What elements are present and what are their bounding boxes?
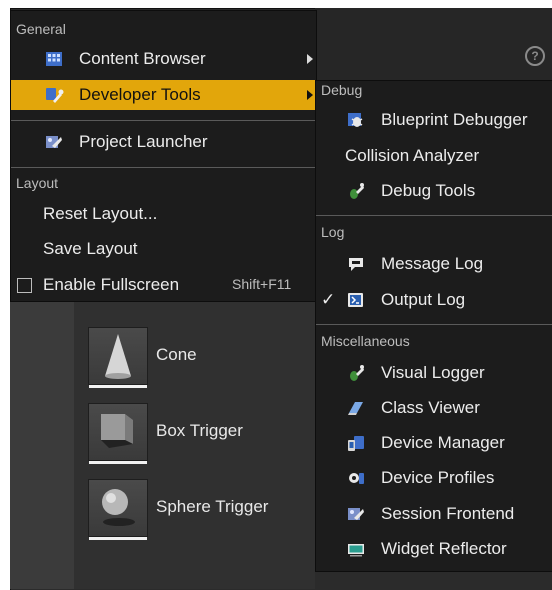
menu-item-class-viewer[interactable]: Class Viewer	[316, 393, 552, 423]
menu-item-device-profiles[interactable]: Device Profiles	[316, 463, 552, 493]
menu-item-label: Reset Layout...	[43, 204, 158, 223]
menu-divider	[11, 167, 315, 168]
menu-item-label: Visual Logger	[381, 363, 485, 382]
fullscreen-checkbox[interactable]	[17, 278, 32, 293]
menu-item-session-frontend[interactable]: Session Frontend	[316, 499, 552, 529]
menu-item-collision-analyzer[interactable]: Collision Analyzer	[316, 141, 552, 171]
menu-item-output-log[interactable]: ✓ Output Log	[316, 285, 552, 315]
menu-item-label: Save Layout	[43, 239, 138, 258]
help-icon[interactable]: ?	[525, 46, 545, 66]
menu-item-label: Widget Reflector	[381, 539, 507, 558]
bug-icon	[346, 110, 366, 130]
shortcut-label: Shift+F11	[232, 276, 292, 292]
gear-device-icon	[346, 468, 366, 488]
menu-item-label: Collision Analyzer	[345, 146, 480, 165]
section-header-miscellaneous: Miscellaneous	[321, 333, 410, 349]
asset-box-trigger[interactable]: Box Trigger	[88, 403, 318, 465]
section-header-layout: Layout	[16, 175, 59, 191]
menu-item-visual-logger[interactable]: Visual Logger	[316, 358, 552, 388]
menu-divider	[11, 120, 315, 121]
menu-item-widget-reflector[interactable]: Widget Reflector	[316, 534, 552, 564]
asset-label-sphere-trigger: Sphere Trigger	[156, 497, 269, 516]
launcher-icon	[44, 132, 64, 152]
menu-item-blueprint-debugger[interactable]: Blueprint Debugger	[316, 105, 552, 135]
menu-item-developer-tools[interactable]: Developer Tools	[11, 80, 315, 110]
wrench-icon	[44, 85, 64, 105]
menu-item-enable-fullscreen[interactable]: Enable Fullscreen Shift+F11	[11, 270, 315, 300]
asset-label-box-trigger: Box Trigger	[156, 421, 243, 440]
menu-item-device-manager[interactable]: Device Manager	[316, 428, 552, 458]
menu-item-label: Session Frontend	[381, 504, 515, 523]
toolbar-strip	[315, 8, 552, 80]
section-header-log: Log	[321, 224, 345, 240]
device-icon	[346, 433, 366, 453]
box-trigger-thumbnail	[88, 403, 148, 464]
monitor-icon	[346, 539, 366, 559]
menu-item-label: Debug Tools	[381, 181, 476, 200]
menu-divider	[316, 215, 552, 216]
cone-thumbnail	[88, 327, 148, 388]
sphere-trigger-thumbnail	[88, 479, 148, 540]
book-icon	[346, 398, 366, 418]
menu-item-label: Developer Tools	[79, 85, 201, 104]
side-column	[10, 300, 74, 589]
bug-wrench-icon	[346, 181, 366, 201]
menu-item-label: Content Browser	[79, 49, 206, 68]
menu-item-label: Message Log	[381, 254, 484, 273]
asset-label-cone: Cone	[156, 345, 197, 364]
menu-item-project-launcher[interactable]: Project Launcher	[11, 127, 315, 157]
menu-item-reset-layout[interactable]: Reset Layout...	[11, 199, 315, 229]
menu-item-label: Device Manager	[381, 433, 505, 452]
section-header-debug: Debug	[321, 82, 363, 98]
grid-icon	[44, 49, 64, 69]
terminal-icon	[346, 290, 366, 310]
asset-cone[interactable]: Cone	[88, 327, 318, 389]
menu-item-save-layout[interactable]: Save Layout	[11, 234, 315, 264]
launcher-icon	[346, 504, 366, 524]
speech-bubble-icon	[346, 254, 366, 274]
bug-wrench-icon	[346, 363, 366, 383]
submenu-arrow-icon	[307, 54, 313, 64]
checkmark-icon: ✓	[321, 290, 336, 309]
menu-item-label: Blueprint Debugger	[381, 110, 528, 129]
menu-item-label: Enable Fullscreen	[43, 275, 180, 294]
menu-item-label: Project Launcher	[79, 132, 208, 151]
asset-sphere-trigger[interactable]: Sphere Trigger	[88, 479, 318, 541]
section-header-general: General	[16, 21, 66, 37]
menu-item-label: Output Log	[381, 290, 466, 309]
menu-item-label: Device Profiles	[381, 468, 495, 487]
menu-item-debug-tools[interactable]: Debug Tools	[316, 176, 552, 206]
menu-item-message-log[interactable]: Message Log	[316, 249, 552, 279]
menu-item-content-browser[interactable]: Content Browser	[11, 44, 315, 74]
submenu-arrow-icon	[307, 90, 313, 100]
menu-divider	[316, 324, 552, 325]
menu-item-label: Class Viewer	[381, 398, 480, 417]
